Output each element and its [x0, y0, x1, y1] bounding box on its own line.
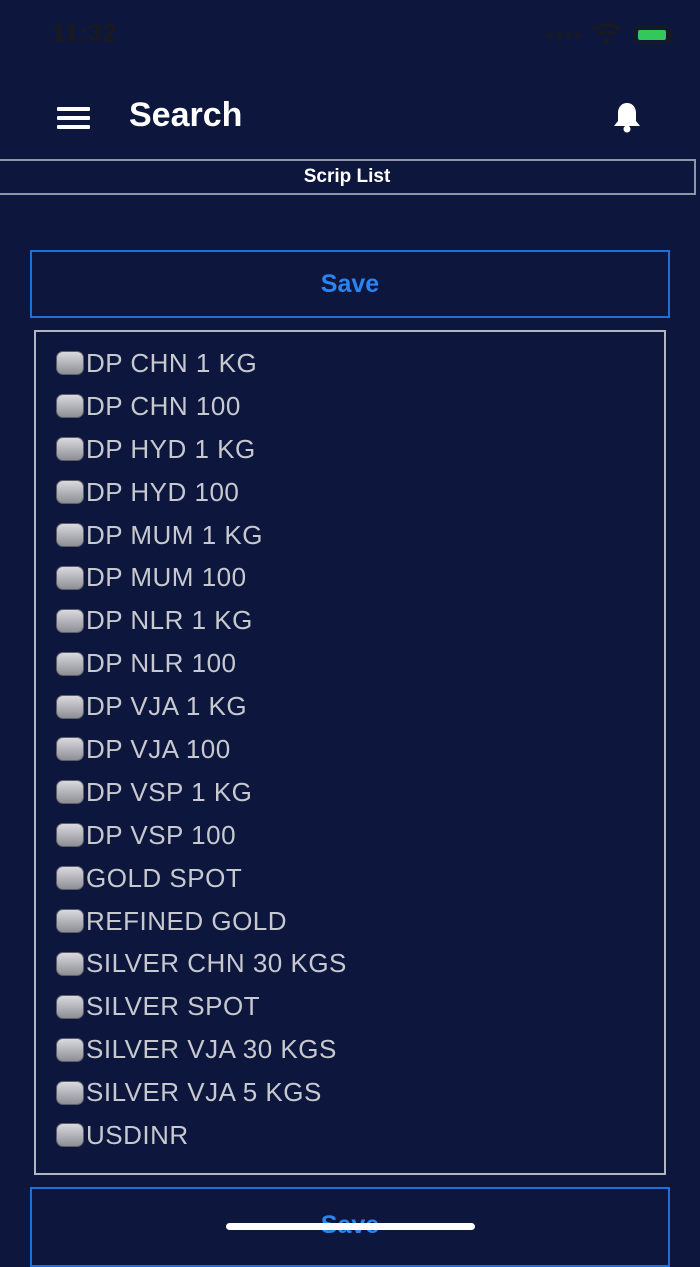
scrip-list-item[interactable]: REFINED GOLD: [36, 900, 664, 943]
scrip-checkbox[interactable]: [56, 351, 84, 376]
scrip-label: DP MUM 1 KG: [86, 519, 263, 550]
scrip-list-item[interactable]: DP NLR 1 KG: [36, 599, 664, 642]
scrip-label: DP VSP 1 KG: [86, 776, 253, 807]
scrip-label: DP HYD 1 KG: [86, 433, 256, 464]
scrip-checkbox[interactable]: [56, 1080, 84, 1105]
scrip-checkbox[interactable]: [56, 651, 84, 676]
home-indicator: [226, 1223, 475, 1230]
scrip-label: SILVER CHN 30 KGS: [86, 948, 347, 979]
scrip-label: GOLD SPOT: [86, 862, 243, 893]
status-time: 11:32: [52, 20, 118, 47]
app-header: Search: [0, 80, 700, 155]
scrip-checkbox[interactable]: [56, 1037, 84, 1062]
scrip-list-item[interactable]: DP VJA 1 KG: [36, 685, 664, 728]
scrip-checkbox[interactable]: [56, 437, 84, 462]
scrip-label: DP NLR 100: [86, 648, 237, 679]
scrip-list-item[interactable]: DP VJA 100: [36, 728, 664, 771]
scrip-label: DP NLR 1 KG: [86, 605, 253, 636]
scrip-checkbox[interactable]: [56, 480, 84, 505]
scrip-list-item[interactable]: DP VSP 1 KG: [36, 771, 664, 814]
scrip-checkbox[interactable]: [56, 694, 84, 719]
scrip-label: DP MUM 100: [86, 562, 247, 593]
wifi-icon: [592, 24, 622, 44]
scrip-list-item[interactable]: DP CHN 100: [36, 385, 664, 428]
scrip-list-item[interactable]: GOLD SPOT: [36, 857, 664, 900]
scrip-checkbox[interactable]: [56, 823, 84, 848]
scrip-label: DP VSP 100: [86, 819, 237, 850]
scrip-checkbox[interactable]: [56, 1123, 84, 1148]
scrip-list-item[interactable]: DP NLR 100: [36, 642, 664, 685]
scrip-list-item[interactable]: DP HYD 100: [36, 471, 664, 514]
notification-bell-icon[interactable]: [610, 100, 644, 134]
scrip-checkbox[interactable]: [56, 909, 84, 934]
scrip-checkbox[interactable]: [56, 565, 84, 590]
scrip-list-item[interactable]: SILVER VJA 5 KGS: [36, 1071, 664, 1114]
cellular-signal-icon: [548, 33, 580, 37]
scrip-label: DP CHN 100: [86, 390, 241, 421]
scrip-checkbox[interactable]: [56, 994, 84, 1019]
scrip-list-item[interactable]: SILVER VJA 30 KGS: [36, 1028, 664, 1071]
scrip-label: USDINR: [86, 1119, 189, 1150]
scrip-checkbox[interactable]: [56, 608, 84, 633]
scrip-list: DP CHN 1 KG DP CHN 100 DP HYD 1 KG DP HYD 1…: [34, 330, 666, 1175]
scrip-checkbox[interactable]: [56, 951, 84, 976]
scrip-checkbox[interactable]: [56, 394, 84, 419]
scrip-label: SILVER VJA 5 KGS: [86, 1077, 322, 1108]
scrip-checkbox[interactable]: [56, 523, 84, 547]
scrip-list-item[interactable]: SILVER CHN 30 KGS: [36, 942, 664, 985]
scrip-label: DP VJA 1 KG: [86, 691, 248, 722]
status-indicators: [548, 24, 673, 46]
scrip-label: DP VJA 100: [86, 733, 231, 764]
scrip-list-item[interactable]: DP MUM 1 KG: [36, 514, 664, 557]
scrip-label: SILVER SPOT: [86, 991, 261, 1022]
scrip-list-item[interactable]: DP HYD 1 KG: [36, 428, 664, 471]
scrip-label: DP HYD 100: [86, 476, 240, 507]
scrip-label: DP CHN 1 KG: [86, 347, 258, 378]
save-button-top[interactable]: Save: [30, 250, 670, 318]
scrip-checkbox[interactable]: [56, 737, 84, 762]
scrip-list-item[interactable]: SILVER SPOT: [36, 985, 664, 1028]
tab-scrip-list[interactable]: Scrip List: [0, 159, 696, 195]
scrip-label: SILVER VJA 30 KGS: [86, 1034, 337, 1065]
scrip-checkbox[interactable]: [56, 866, 84, 891]
hamburger-menu-icon[interactable]: [57, 107, 90, 129]
page-title: Search: [129, 96, 243, 134]
battery-icon: [634, 26, 673, 44]
scrip-list-item[interactable]: DP MUM 100: [36, 556, 664, 599]
scrip-checkbox[interactable]: [56, 780, 84, 805]
scrip-list-item[interactable]: DP CHN 1 KG: [36, 342, 664, 385]
scrip-list-item[interactable]: DP VSP 100: [36, 814, 664, 857]
scrip-list-item[interactable]: USDINR: [36, 1114, 664, 1157]
status-bar: 11:32: [0, 0, 700, 70]
scrip-label: REFINED GOLD: [86, 905, 288, 936]
